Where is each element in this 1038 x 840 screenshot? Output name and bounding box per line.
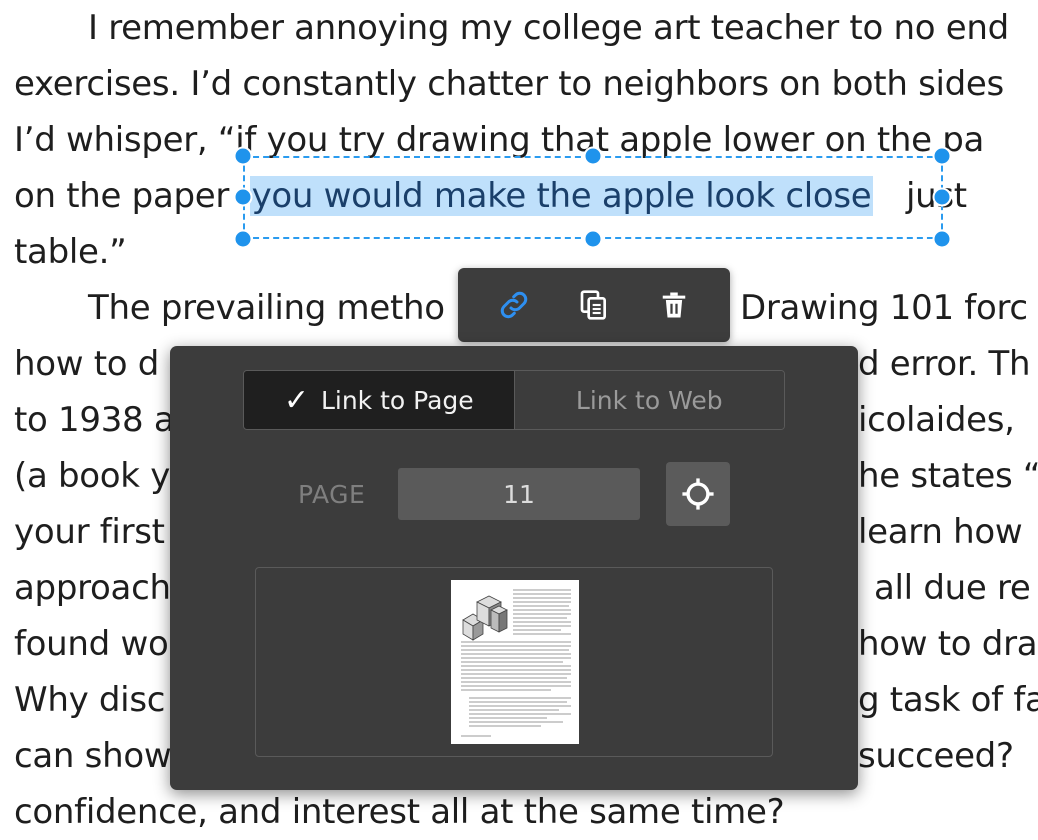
resize-handle-top-right[interactable] <box>932 146 952 166</box>
text-line-15: confidence, and interest all at the same… <box>14 792 785 832</box>
text-line-4-start: on the paper <box>14 176 230 216</box>
checkmark-icon: ✓ <box>283 382 309 418</box>
resize-handle-bottom-left[interactable] <box>233 229 253 249</box>
text-line-5: table.” <box>14 232 127 272</box>
text-fragment-right-6: all due re <box>874 568 1031 608</box>
resize-handle-top-left[interactable] <box>233 146 253 166</box>
text-fragment-right-8: g task of fa <box>858 680 1038 720</box>
text-fragment-right-4: he states “ <box>858 456 1038 496</box>
text-line-2: exercises. I’d constantly chatter to nei… <box>14 64 1004 104</box>
text-line-14: can show <box>14 736 172 776</box>
annotation-toolbar <box>458 268 730 342</box>
copy-button[interactable] <box>568 280 620 330</box>
text-fragment-right-1: Drawing 101 forc <box>740 288 1028 328</box>
link-type-segmented-control: ✓ Link to Page Link to Web <box>243 370 785 430</box>
tab-link-to-web-label: Link to Web <box>575 385 723 415</box>
text-fragment-right-3: icolaides, <box>858 400 1015 440</box>
page-thumbnail[interactable] <box>451 580 579 744</box>
text-line-8: to 1938 a <box>14 400 175 440</box>
selection-frame[interactable] <box>243 156 943 239</box>
crosshair-icon <box>682 478 714 510</box>
tab-link-to-web[interactable]: Link to Web <box>513 371 784 429</box>
text-line-10: your first <box>14 512 165 552</box>
text-fragment-right-5: learn how <box>858 512 1023 552</box>
page-preview-box <box>255 567 773 757</box>
page-number-input[interactable] <box>398 468 640 520</box>
text-fragment-right-7: how to dra <box>858 624 1038 664</box>
tab-link-to-page[interactable]: ✓ Link to Page <box>244 371 514 429</box>
resize-handle-right[interactable] <box>932 187 952 207</box>
text-line-9: (a book y <box>14 456 171 496</box>
resize-handle-bottom-right[interactable] <box>932 229 952 249</box>
pick-target-button[interactable] <box>666 462 730 526</box>
text-line-1: I remember annoying my college art teach… <box>88 8 1009 48</box>
text-line-7: how to d <box>14 344 160 384</box>
tab-link-to-page-label: Link to Page <box>320 385 474 415</box>
text-line-6: The prevailing metho <box>88 288 445 328</box>
page-thumbnail-image <box>461 589 571 737</box>
text-fragment-right-9: succeed? <box>858 736 1014 776</box>
resize-handle-left[interactable] <box>233 187 253 207</box>
link-panel: ✓ Link to Page Link to Web PAGE <box>170 346 858 790</box>
copy-icon <box>580 290 606 320</box>
text-line-13: Why disc <box>14 680 166 720</box>
text-line-12: found wo <box>14 624 169 664</box>
page-label: PAGE <box>298 480 366 509</box>
link-button[interactable] <box>488 280 540 330</box>
resize-handle-bottom[interactable] <box>583 229 603 249</box>
delete-button[interactable] <box>648 280 700 330</box>
trash-icon <box>662 292 686 318</box>
text-fragment-right-2: d error. Th <box>858 344 1031 384</box>
text-line-11: approach <box>14 568 171 608</box>
link-icon <box>500 291 528 319</box>
text-line-3: I’d whisper, “if you try drawing that ap… <box>14 120 985 160</box>
resize-handle-top[interactable] <box>583 146 603 166</box>
